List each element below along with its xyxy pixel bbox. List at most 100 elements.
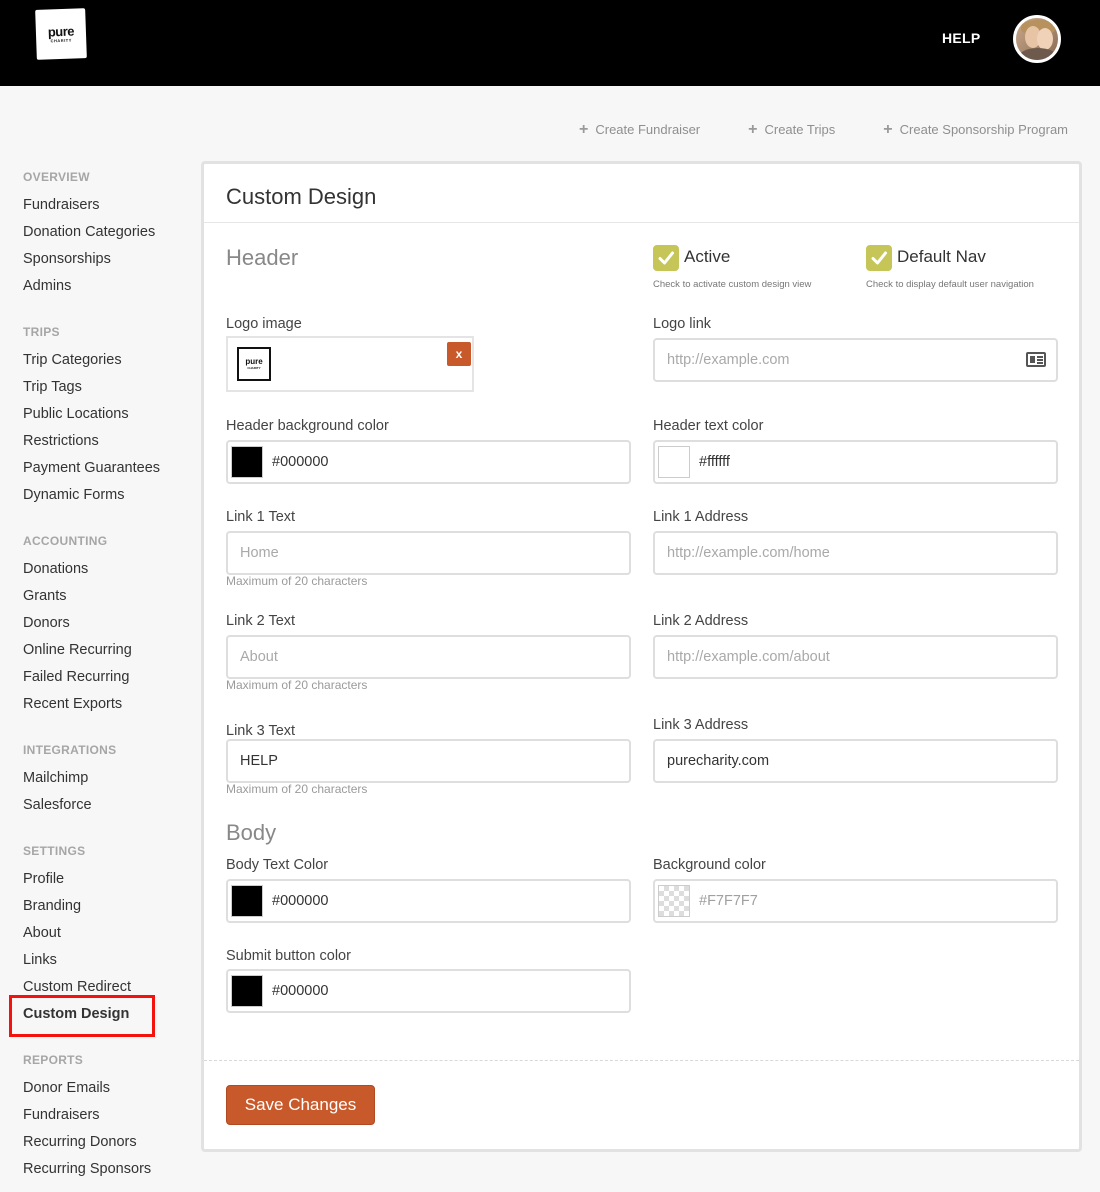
background-color-input[interactable]: #F7F7F7 <box>653 879 1058 923</box>
active-checkbox[interactable] <box>653 245 679 271</box>
nav-section-overview: OVERVIEW Fundraisers Donation Categories… <box>23 169 183 303</box>
link2-text-label: Link 2 Text <box>226 613 296 629</box>
link3-text-label: Link 3 Text <box>226 723 296 739</box>
sidebar-item-donation-categories[interactable]: Donation Categories <box>23 222 183 249</box>
nav-heading: ACCOUNTING <box>23 534 108 548</box>
nav-heading: OVERVIEW <box>23 170 90 184</box>
sidebar-item-links[interactable]: Links <box>23 950 183 977</box>
background-color-label: Background color <box>653 857 766 873</box>
sidebar-item-restrictions[interactable]: Restrictions <box>23 431 183 458</box>
color-swatch[interactable] <box>658 446 690 478</box>
nav-section-reports: REPORTS Donor Emails Fundraisers Recurri… <box>23 1052 183 1186</box>
pure-charity-logo[interactable]: pure CHARITY <box>35 8 87 60</box>
nav-section-settings: SETTINGS Profile Branding About Links Cu… <box>9 843 183 1037</box>
submit-button-color-label: Submit button color <box>226 948 351 964</box>
user-avatar[interactable] <box>1013 15 1061 63</box>
quick-actions: + Create Fundraiser + Create Trips + Cre… <box>579 121 1068 138</box>
sidebar-item-mailchimp[interactable]: Mailchimp <box>23 768 183 795</box>
link2-text-input[interactable]: About <box>226 635 631 679</box>
sidebar-item-online-recurring[interactable]: Online Recurring <box>23 640 183 667</box>
active-checkbox-label[interactable]: Active <box>684 247 730 267</box>
header-text-color-input[interactable]: #ffffff <box>653 440 1058 484</box>
link1-text-input[interactable]: Home <box>226 531 631 575</box>
default-nav-checkbox[interactable] <box>866 245 892 271</box>
footer-divider <box>204 1060 1079 1061</box>
checkmark-icon <box>871 251 887 265</box>
default-nav-checkbox-hint: Check to display default user navigation <box>866 279 1034 290</box>
save-changes-button[interactable]: Save Changes <box>226 1085 375 1125</box>
submit-button-color-input[interactable]: #000000 <box>226 969 631 1013</box>
sidebar-item-recent-exports[interactable]: Recent Exports <box>23 694 183 721</box>
logo-image-label: Logo image <box>226 316 302 332</box>
sidebar-item-report-fundraisers[interactable]: Fundraisers <box>23 1105 183 1132</box>
link1-address-label: Link 1 Address <box>653 509 749 525</box>
sidebar-item-donor-emails[interactable]: Donor Emails <box>23 1078 183 1105</box>
plus-icon: + <box>748 121 758 138</box>
link2-text-hint: Maximum of 20 characters <box>226 678 368 692</box>
logo-link-label: Logo link <box>653 316 712 332</box>
logo-link-input[interactable]: http://example.com <box>653 338 1058 382</box>
logo-image-upload[interactable]: pure CHARITY x <box>226 336 474 392</box>
page-title: Custom Design <box>226 184 377 209</box>
header-section-title: Header <box>226 245 299 270</box>
sidebar-item-custom-design[interactable]: Custom Design <box>9 995 183 1037</box>
link3-address-label: Link 3 Address <box>653 717 749 733</box>
link3-text-input[interactable]: HELP <box>226 739 631 783</box>
link2-address-input[interactable]: http://example.com/about <box>653 635 1058 679</box>
body-text-color-input[interactable]: #000000 <box>226 879 631 923</box>
sidebar-item-about[interactable]: About <box>23 923 183 950</box>
create-trips-link[interactable]: + Create Trips <box>748 121 835 138</box>
nav-heading: REPORTS <box>23 1053 84 1067</box>
checkmark-icon <box>658 251 674 265</box>
color-swatch[interactable] <box>658 885 690 917</box>
sidebar-item-profile[interactable]: Profile <box>23 869 183 896</box>
sidebar-item-trip-categories[interactable]: Trip Categories <box>23 350 183 377</box>
sidebar-item-recurring-donors[interactable]: Recurring Donors <box>23 1132 183 1159</box>
link1-address-input[interactable]: http://example.com/home <box>653 531 1058 575</box>
logo-thumbnail: pure CHARITY <box>237 347 271 381</box>
link3-address-input[interactable]: purecharity.com <box>653 739 1058 783</box>
sidebar-navigation: OVERVIEW Fundraisers Donation Categories… <box>9 169 183 1192</box>
sidebar-item-sponsorships[interactable]: Sponsorships <box>23 249 183 276</box>
active-checkbox-hint: Check to activate custom design view <box>653 279 812 290</box>
nav-heading: INTEGRATIONS <box>23 743 117 757</box>
header-background-color-label: Header background color <box>226 418 389 434</box>
body-section-title: Body <box>226 820 277 845</box>
help-link[interactable]: HELP <box>942 30 981 46</box>
sidebar-item-dynamic-forms[interactable]: Dynamic Forms <box>23 485 183 512</box>
sidebar-item-recurring-sponsors[interactable]: Recurring Sponsors <box>23 1159 183 1186</box>
sidebar-item-grants[interactable]: Grants <box>23 586 183 613</box>
plus-icon: + <box>579 121 589 138</box>
sidebar-item-payment-guarantees[interactable]: Payment Guarantees <box>23 458 183 485</box>
sidebar-item-donors[interactable]: Donors <box>23 613 183 640</box>
sidebar-item-admins[interactable]: Admins <box>23 276 183 303</box>
remove-logo-button[interactable]: x <box>447 342 471 366</box>
create-fundraiser-link[interactable]: + Create Fundraiser <box>579 121 700 138</box>
color-swatch[interactable] <box>231 885 263 917</box>
top-navigation-bar: pure CHARITY HELP <box>0 0 1100 86</box>
sidebar-item-salesforce[interactable]: Salesforce <box>23 795 183 822</box>
color-swatch[interactable] <box>231 975 263 1007</box>
contact-card-icon[interactable] <box>1026 352 1046 367</box>
default-nav-checkbox-label[interactable]: Default Nav <box>897 247 986 267</box>
sidebar-item-public-locations[interactable]: Public Locations <box>23 404 183 431</box>
link2-address-label: Link 2 Address <box>653 613 749 629</box>
custom-design-panel: Custom Design Header Active Check to act… <box>201 161 1082 1152</box>
nav-heading: SETTINGS <box>23 844 86 858</box>
body-text-color-label: Body Text Color <box>226 857 329 873</box>
sidebar-item-branding[interactable]: Branding <box>23 896 183 923</box>
color-swatch[interactable] <box>231 446 263 478</box>
nav-section-accounting: ACCOUNTING Donations Grants Donors Onlin… <box>23 533 183 721</box>
link1-text-label: Link 1 Text <box>226 509 296 525</box>
divider <box>204 222 1079 223</box>
nav-section-integrations: INTEGRATIONS Mailchimp Salesforce <box>23 742 183 822</box>
link1-text-hint: Maximum of 20 characters <box>226 574 368 588</box>
nav-section-trips: TRIPS Trip Categories Trip Tags Public L… <box>23 324 183 512</box>
sidebar-item-trip-tags[interactable]: Trip Tags <box>23 377 183 404</box>
create-sponsorship-program-link[interactable]: + Create Sponsorship Program <box>883 122 1068 138</box>
sidebar-item-failed-recurring[interactable]: Failed Recurring <box>23 667 183 694</box>
header-background-color-input[interactable]: #000000 <box>226 440 631 484</box>
sidebar-item-fundraisers[interactable]: Fundraisers <box>23 195 183 222</box>
sidebar-item-donations[interactable]: Donations <box>23 559 183 586</box>
nav-heading: TRIPS <box>23 325 60 339</box>
